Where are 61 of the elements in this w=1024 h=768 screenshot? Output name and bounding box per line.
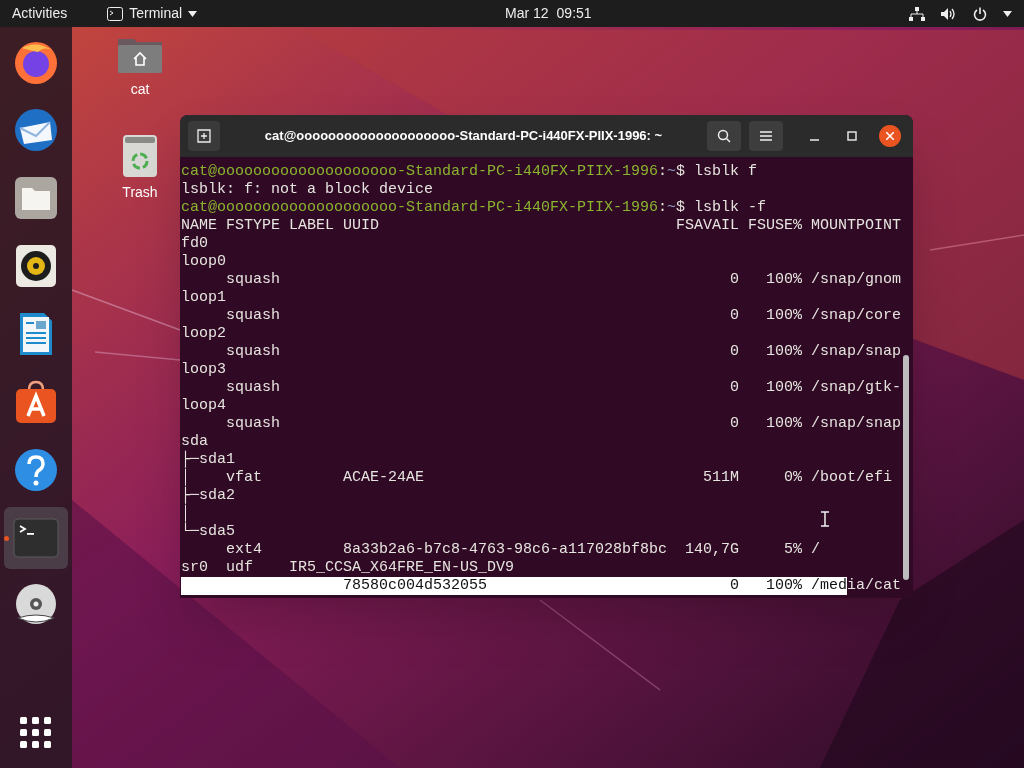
output-text: NAME FSTYPE LABEL UUID FSAVAIL FSUSE% MOUNTPOINT	[181, 217, 902, 235]
command-text: $ lsblk -f	[676, 199, 767, 217]
output-text: ├─sda1	[181, 451, 235, 469]
prompt-user-host: cat@oooooooooooooooooooo-Standard-PC-i440FX-PIIX-1996	[181, 163, 659, 181]
command-text: $ lsblk f	[676, 163, 758, 181]
prompt-separator: :	[658, 199, 668, 217]
terminal-icon	[107, 6, 124, 21]
trash-icon	[121, 134, 159, 178]
output-text: loop0	[181, 253, 226, 271]
search-icon	[717, 129, 731, 143]
power-icon[interactable]	[973, 6, 987, 21]
new-tab-icon	[197, 129, 211, 143]
close-icon	[886, 132, 894, 140]
search-button[interactable]	[707, 121, 741, 151]
activities-button[interactable]: Activities	[0, 0, 80, 27]
output-text: └─sda5	[181, 523, 235, 541]
new-tab-button[interactable]	[188, 121, 220, 151]
output-text: loop3	[181, 361, 226, 379]
output-text: squash 0 100% /snap/core	[225, 307, 902, 325]
clock[interactable]: Mar 12 09:51	[505, 0, 592, 27]
window-title: cat@oooooooooooooooooooo-Standard-PC-i440FX-PIIX-1996: ~	[263, 127, 664, 146]
desktop-icon-label[interactable]: Trash	[122, 182, 158, 203]
close-button[interactable]	[879, 125, 901, 147]
output-text: ia/cat	[847, 577, 902, 595]
output-text: squash 0 100% /snap/snap	[225, 415, 902, 433]
desktop-icon-label[interactable]: cat	[130, 79, 150, 100]
menu-icon	[760, 131, 772, 141]
prompt-path: ~	[667, 199, 677, 217]
scrollbar-thumb[interactable]	[903, 355, 909, 580]
prompt-path: ~	[667, 163, 677, 181]
terminal-icon	[13, 518, 59, 558]
output-text: fd0	[181, 235, 208, 253]
envelope-globe-icon	[12, 106, 60, 154]
menu-button[interactable]	[749, 121, 783, 151]
minimize-icon	[809, 139, 819, 141]
output-text: ├─sda2	[181, 487, 235, 505]
caret-icon[interactable]	[1003, 10, 1012, 17]
text-cursor-icon	[821, 511, 829, 527]
output-text: loop2	[181, 325, 226, 343]
output-text: squash 0 100% /snap/gtk-	[225, 379, 902, 397]
output-text: │ vfat ACAE-24AE 511M 0% /boot/efi	[181, 469, 893, 487]
prompt-user-host: cat@oooooooooooooooooooo-Standard-PC-i440FX-PIIX-1996	[181, 199, 659, 217]
app-grid-icon	[20, 717, 52, 749]
maximize-icon	[847, 131, 857, 141]
help-icon	[12, 446, 60, 494]
output-text: sr0 udf IR5_CCSA_X64FRE_EN-US_DV9	[181, 559, 515, 577]
prompt-separator: :	[658, 163, 668, 181]
output-text: loop1	[181, 289, 226, 307]
network-icon[interactable]	[909, 6, 925, 21]
output-text: squash 0 100% /snap/gnom	[225, 271, 902, 289]
output-text: │	[181, 505, 190, 523]
volume-icon[interactable]	[941, 6, 957, 21]
app-menu[interactable]: Terminal	[107, 0, 198, 27]
output-text: sda	[181, 433, 208, 450]
selected-output-text: 78580c004d532055 0 100% /med	[181, 577, 848, 595]
caret-icon	[188, 10, 198, 17]
folder-icon	[12, 174, 60, 222]
output-text: ext4 8a33b2a6-b7c8-4763-98c6-a117028bf8bc 140,7G 5% /	[225, 541, 821, 559]
output-text: lsblk: f: not a block device	[181, 181, 434, 199]
output-text: squash 0 100% /snap/snap	[225, 343, 902, 361]
output-text: loop4	[181, 397, 226, 415]
